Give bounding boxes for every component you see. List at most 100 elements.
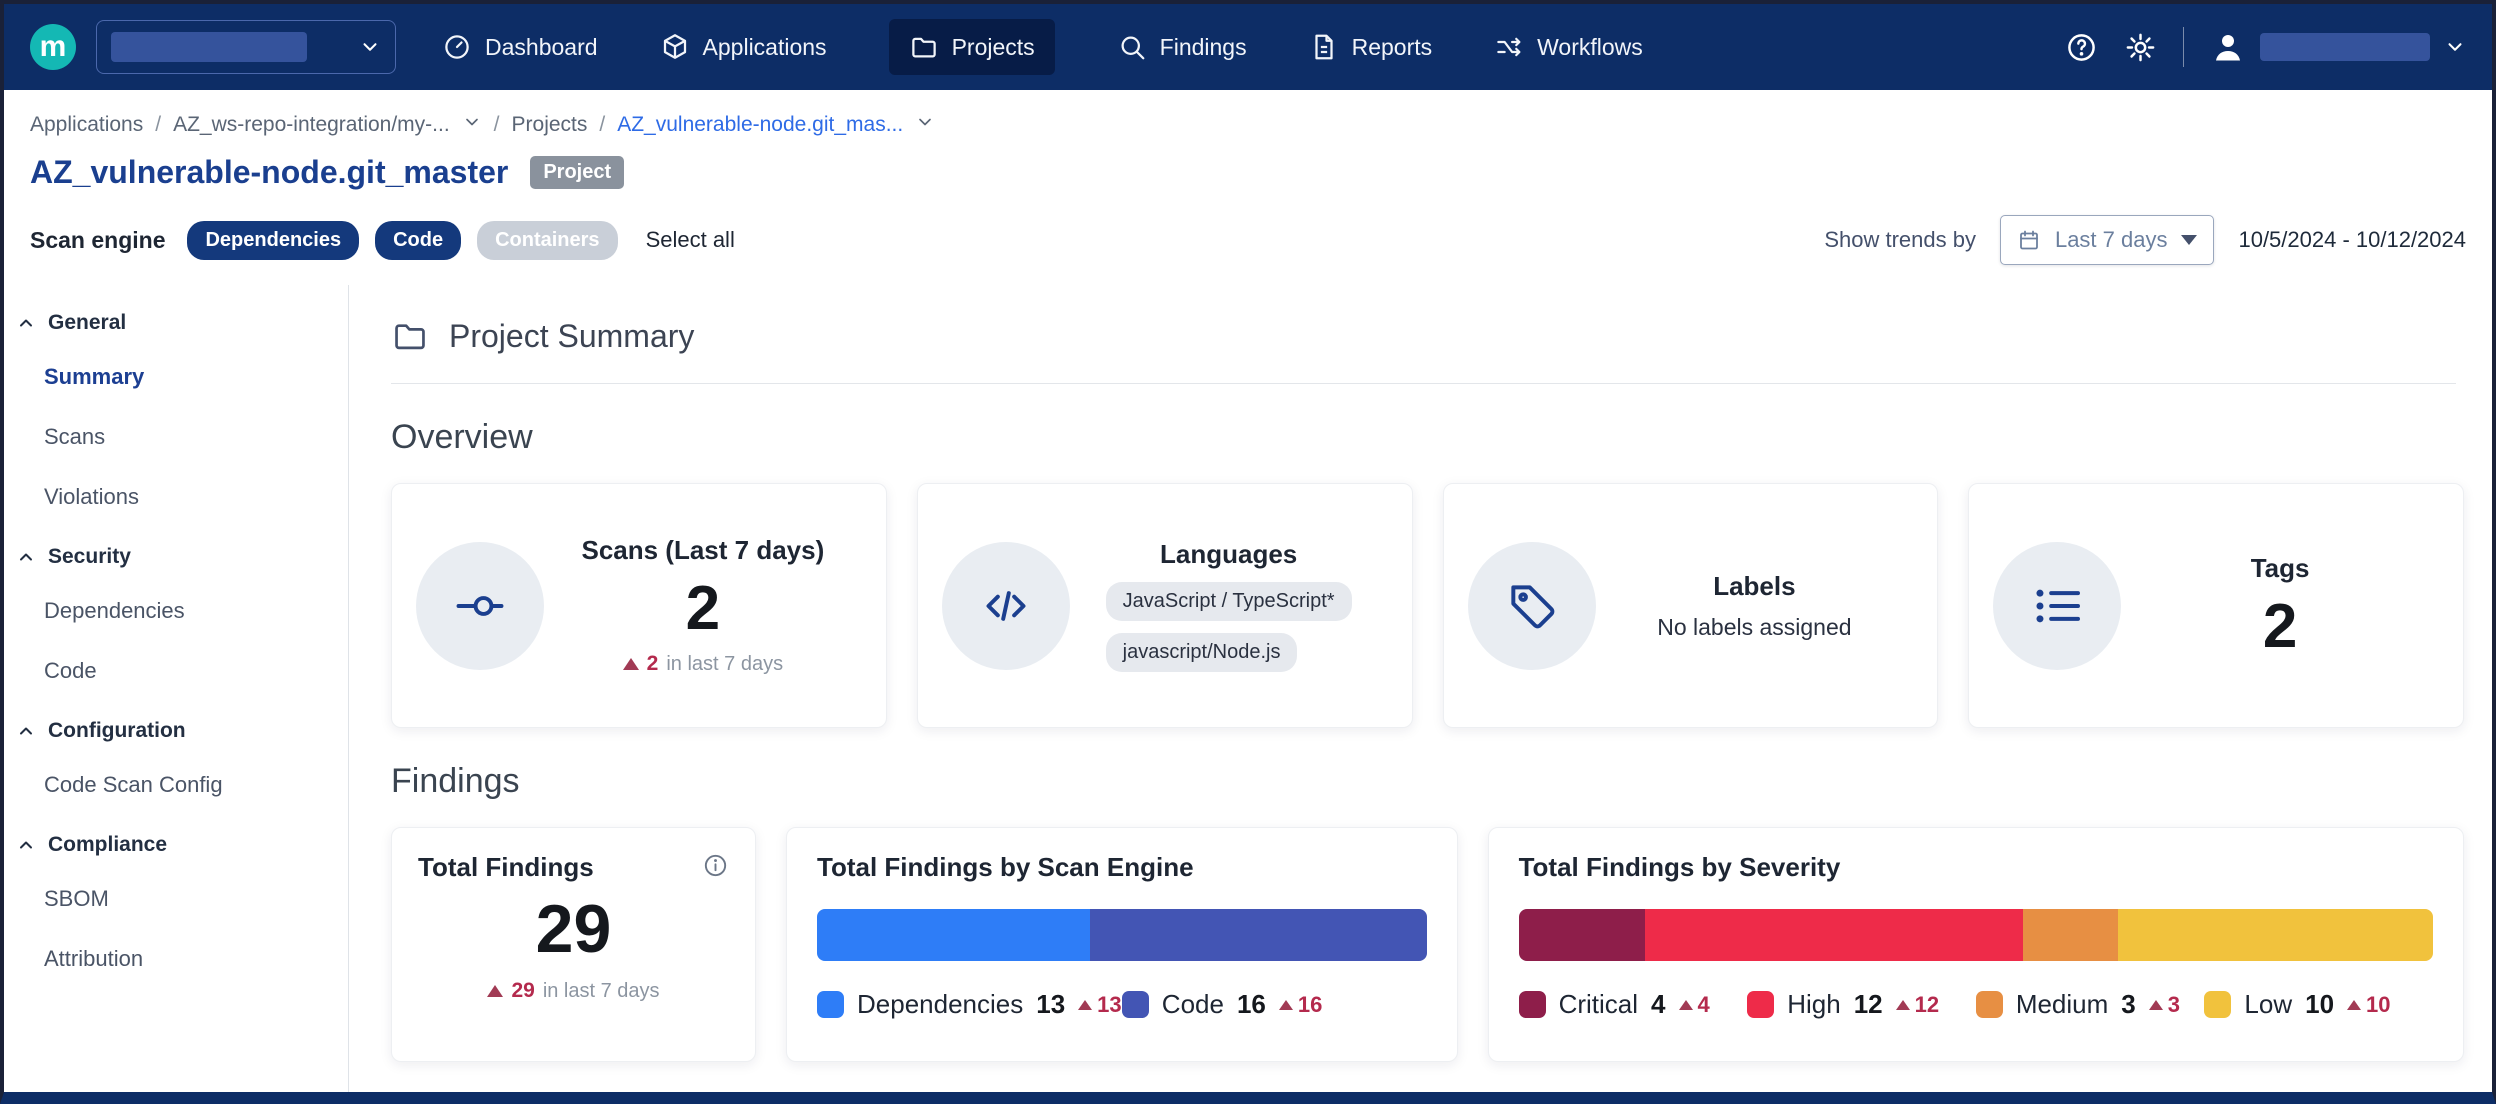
bar-segment-high[interactable] [1645, 909, 2024, 961]
legend-swatch [1976, 991, 2003, 1018]
nav-item-findings[interactable]: Findings [1117, 19, 1247, 75]
legend-count: 16 [1237, 989, 1266, 1020]
trend-value: 16 [1298, 992, 1322, 1018]
trend-suffix: in last 7 days [666, 653, 783, 676]
sidebar-section-label: Security [48, 545, 131, 569]
sidebar-item-dependencies[interactable]: Dependencies [4, 581, 348, 641]
pill-code[interactable]: Code [375, 221, 461, 260]
legend-item-high: High 12 12 [1747, 989, 1976, 1020]
language-chip: JavaScript / TypeScript* [1106, 582, 1352, 621]
sidebar-item-violations[interactable]: Violations [4, 467, 348, 527]
trend-value: 10 [2366, 992, 2390, 1018]
trend-value: 3 [2168, 992, 2180, 1018]
nav-label: Workflows [1537, 34, 1643, 61]
trend-up-icon [1279, 1000, 1293, 1010]
total-findings-card: Total Findings 29 29 in last 7 days [391, 827, 756, 1062]
nav-label: Reports [1352, 34, 1433, 61]
legend-count: 12 [1854, 989, 1883, 1020]
breadcrumb-project-name[interactable]: AZ_vulnerable-node.git_mas... [617, 113, 903, 137]
sidebar-section-security[interactable]: Security [4, 527, 348, 581]
bar-segment-code[interactable] [1090, 909, 1426, 961]
org-selector-dropdown[interactable] [96, 20, 396, 74]
sidebar-item-code[interactable]: Code [4, 641, 348, 701]
trend-value: 12 [1915, 992, 1939, 1018]
legend-item-critical: Critical 4 4 [1519, 989, 1748, 1020]
sidebar-item-summary[interactable]: Summary [4, 347, 348, 407]
legend-count: 3 [2121, 989, 2135, 1020]
project-type-badge: Project [530, 156, 624, 189]
nav-item-dashboard[interactable]: Dashboard [442, 19, 598, 75]
user-menu[interactable] [2210, 29, 2466, 65]
card-title: Total Findings [418, 852, 594, 883]
chevron-down-icon[interactable] [462, 112, 482, 138]
sidebar-item-attribution[interactable]: Attribution [4, 929, 348, 989]
legend-item-code: Code 16 16 [1122, 989, 1427, 1020]
sidebar-item-scans[interactable]: Scans [4, 407, 348, 467]
title-row: AZ_vulnerable-node.git_master Project [4, 138, 2492, 191]
show-trends-label: Show trends by [1824, 227, 1976, 253]
trends-range-dropdown[interactable]: Last 7 days [2000, 215, 2215, 265]
severity-legend: Critical 4 4 High 12 12 Medium [1519, 989, 2433, 1020]
bar-segment-low[interactable] [2118, 909, 2433, 961]
trend-suffix: in last 7 days [543, 980, 660, 1003]
sidebar-item-sbom[interactable]: SBOM [4, 869, 348, 929]
applications-icon [660, 32, 690, 62]
sidebar-section-general[interactable]: General [4, 293, 348, 347]
help-button[interactable] [2065, 31, 2098, 64]
scan-icon [416, 542, 544, 670]
bar-segment-critical[interactable] [1519, 909, 1645, 961]
breadcrumb: Applications / AZ_ws-repo-integration/my… [4, 90, 2492, 138]
legend-label: High [1787, 989, 1840, 1020]
sidebar-section-configuration[interactable]: Configuration [4, 701, 348, 755]
breadcrumb-application-name[interactable]: AZ_ws-repo-integration/my-... [173, 113, 450, 137]
projects-folder-icon [909, 32, 939, 62]
page-title: AZ_vulnerable-node.git_master [30, 154, 508, 191]
total-findings-trend: 29 in last 7 days [418, 979, 729, 1003]
nav-label: Findings [1160, 34, 1247, 61]
nav-item-reports[interactable]: Reports [1309, 19, 1433, 75]
mend-logo[interactable]: m [30, 24, 76, 70]
bar-segment-medium[interactable] [2023, 909, 2117, 961]
chevron-up-icon [16, 547, 36, 567]
chevron-down-icon [359, 36, 381, 58]
legend-label: Dependencies [857, 989, 1023, 1020]
sidebar-item-code-scan-config[interactable]: Code Scan Config [4, 755, 348, 815]
legend-swatch [1122, 991, 1149, 1018]
language-chips: JavaScript / TypeScript* javascript/Node… [1106, 582, 1352, 672]
nav-item-workflows[interactable]: Workflows [1494, 19, 1643, 75]
trend-value: 29 [511, 979, 534, 1003]
breadcrumb-applications[interactable]: Applications [30, 113, 143, 137]
legend-item-medium: Medium 3 3 [1976, 989, 2205, 1020]
info-icon[interactable] [702, 852, 729, 879]
nav-item-projects[interactable]: Projects [889, 19, 1055, 75]
legend-trend: 10 [2347, 992, 2390, 1018]
breadcrumb-separator: / [599, 113, 605, 137]
select-all-link[interactable]: Select all [646, 227, 735, 253]
bar-segment-dependencies[interactable] [817, 909, 1090, 961]
pill-dependencies[interactable]: Dependencies [187, 221, 359, 260]
nav-item-applications[interactable]: Applications [660, 19, 827, 75]
trend-up-icon [2149, 1000, 2163, 1010]
settings-button[interactable] [2124, 31, 2157, 64]
card-title: Languages [1160, 539, 1297, 570]
engine-stacked-bar [817, 909, 1427, 961]
legend-label: Medium [2016, 989, 2108, 1020]
scans-value: 2 [686, 578, 720, 640]
label-tag-icon [1468, 542, 1596, 670]
nav-divider [2183, 27, 2184, 67]
trend-up-icon [1679, 1000, 1693, 1010]
main-content: Project Summary Overview Scans (Last 7 d… [349, 285, 2492, 1092]
chevron-up-icon [16, 313, 36, 333]
language-chip: javascript/Node.js [1106, 633, 1298, 672]
legend-label: Code [1162, 989, 1224, 1020]
legend-swatch [817, 991, 844, 1018]
tags-card: Tags 2 [1968, 483, 2464, 728]
sidebar-section-compliance[interactable]: Compliance [4, 815, 348, 869]
legend-label: Critical [1559, 989, 1638, 1020]
legend-swatch [1519, 991, 1546, 1018]
reports-icon [1309, 32, 1339, 62]
sidebar-section-label: General [48, 311, 126, 335]
date-range-text: 10/5/2024 - 10/12/2024 [2238, 227, 2466, 253]
breadcrumb-projects[interactable]: Projects [512, 113, 588, 137]
chevron-down-icon[interactable] [915, 112, 935, 138]
